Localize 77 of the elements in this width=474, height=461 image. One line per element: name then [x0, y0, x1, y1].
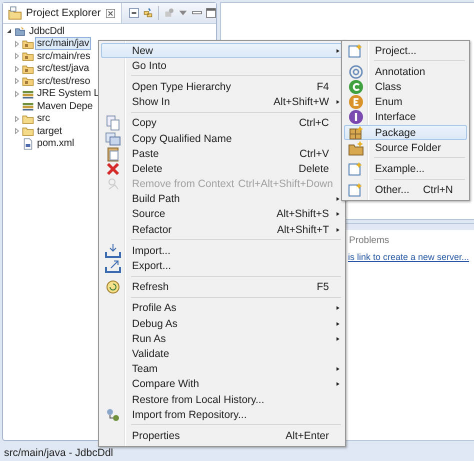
annotation-icon — [348, 64, 364, 80]
tree-item[interactable]: Maven Depe — [35, 100, 95, 113]
source-folder-icon — [348, 140, 364, 156]
project-icon — [14, 25, 26, 38]
menu-item[interactable]: Show In Alt+Shift+W — [101, 94, 343, 110]
explorer-icon — [8, 6, 22, 20]
menu-item[interactable]: Package — [344, 124, 467, 140]
menu-item[interactable]: Class — [344, 79, 467, 95]
menu-item[interactable]: Properties Alt+Enter — [101, 428, 343, 444]
menu-item[interactable]: Refresh F5 — [101, 280, 343, 295]
menu-item[interactable]: Validate — [101, 346, 343, 362]
tree-item[interactable]: JdbcDdl — [27, 24, 66, 38]
repository-icon — [105, 406, 121, 423]
class-icon — [348, 78, 364, 95]
export-icon — [105, 258, 121, 274]
menu-item[interactable]: Example... — [344, 161, 467, 176]
menu-item[interactable]: Source Alt+Shift+S — [101, 206, 343, 222]
package-folder-icon — [22, 50, 34, 62]
import-icon — [105, 242, 121, 259]
paste-icon — [105, 146, 121, 162]
menu-item[interactable]: Team — [101, 362, 343, 377]
tree-item[interactable]: src/main/jav — [35, 37, 92, 50]
status-text: src/main/java - JdbcDdl — [4, 447, 114, 459]
menu-item[interactable]: Source Folder — [344, 140, 467, 156]
package-folder-icon — [22, 75, 34, 88]
refresh-icon — [105, 279, 121, 296]
menu-item[interactable]: Interface — [344, 110, 467, 125]
menu-item[interactable]: Profile As — [101, 300, 343, 316]
menu-item[interactable]: Import... — [101, 243, 343, 258]
menu-item[interactable]: New — [101, 43, 343, 58]
enum-icon — [348, 94, 364, 110]
menu-item[interactable]: Open Type Hierarchy F4 — [101, 79, 343, 95]
wizard-icon — [348, 42, 364, 59]
wizard-icon — [348, 182, 364, 198]
problems-tab[interactable]: Problems — [349, 235, 390, 246]
menu-item[interactable]: Build Path — [101, 192, 343, 207]
package-folder-icon — [22, 38, 34, 50]
copy-icon — [105, 115, 121, 132]
folder-icon — [22, 112, 34, 125]
menu-item[interactable]: Annotation — [344, 64, 467, 80]
menu-item[interactable]: Project... — [344, 43, 467, 58]
delete-icon — [105, 160, 121, 177]
view-tab[interactable]: Project Explorer — [3, 3, 122, 23]
folder-icon — [22, 125, 34, 138]
menu-item[interactable]: Other... Ctrl+N — [344, 182, 467, 198]
package-icon — [348, 124, 364, 141]
library-icon — [22, 100, 34, 112]
tree-item[interactable]: src/test/java — [35, 62, 92, 76]
menu-item[interactable]: Paste Ctrl+V — [101, 146, 343, 162]
collapse-all-icon[interactable] — [128, 7, 140, 19]
tree-item[interactable]: target — [35, 124, 64, 138]
menu-item[interactable]: Compare With — [101, 376, 343, 392]
close-icon — [104, 8, 116, 18]
maximize-icon[interactable] — [204, 7, 217, 19]
interface-icon — [348, 109, 364, 126]
tree-item[interactable]: src/main/res — [35, 50, 92, 63]
menu-item[interactable]: Restore from Local History... — [101, 392, 343, 408]
menu-item[interactable]: Debug As — [101, 316, 343, 332]
tree-item[interactable]: src — [35, 112, 52, 126]
menu-item[interactable]: Import from Repository... — [101, 407, 343, 422]
menu-item[interactable]: Delete Delete — [101, 161, 343, 176]
submenu-arrow-icon — [335, 98, 341, 106]
copy-icon — [105, 130, 121, 147]
tree-item[interactable]: src/test/reso — [35, 74, 92, 88]
create-server-link[interactable]: is link to create a new server... — [348, 252, 470, 262]
wizard-icon — [348, 160, 364, 177]
submenu-arrow-icon — [335, 46, 341, 55]
package-folder-icon — [22, 62, 34, 75]
menu-item[interactable]: Go Into — [101, 58, 343, 74]
menu-item[interactable]: Copy Ctrl+C — [101, 116, 343, 131]
file-icon — [22, 138, 34, 150]
menu-item[interactable]: Export... — [101, 258, 343, 274]
menu-item[interactable]: Refactor Alt+Shift+T — [101, 222, 343, 238]
tree-item[interactable]: pom.xml — [35, 137, 76, 150]
menu-item[interactable]: Enum — [344, 94, 467, 110]
menu-item[interactable]: Run As — [101, 331, 343, 346]
menu-item[interactable]: Copy Qualified Name — [101, 130, 343, 146]
